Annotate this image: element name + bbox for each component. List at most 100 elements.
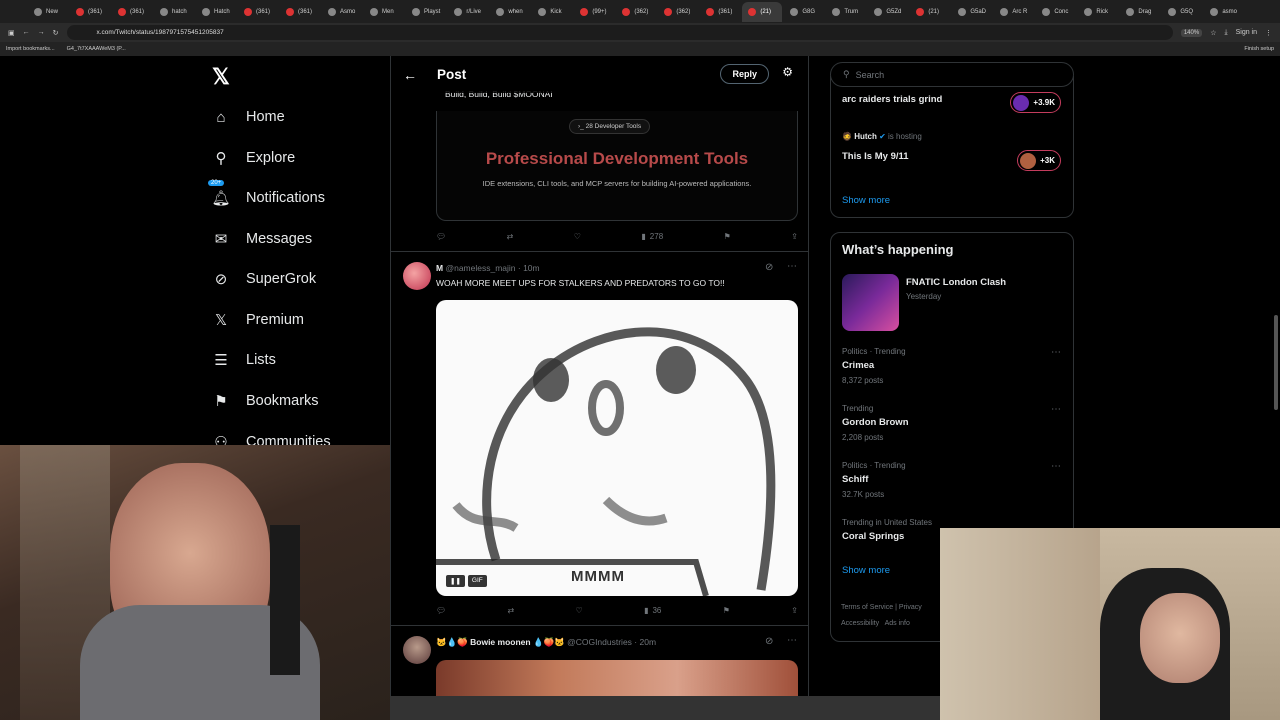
browser-tab[interactable]: (362) xyxy=(658,2,698,22)
nav-notifications[interactable]: 🔔︎ 20+ Notifications xyxy=(208,180,325,207)
trend-name[interactable]: Gordon Brown xyxy=(842,417,909,428)
bookmark-icon[interactable]: ⚑ xyxy=(723,606,730,615)
nav-supergrok[interactable]: ⊘ SuperGrok xyxy=(212,270,316,288)
browser-tab[interactable]: r/Live xyxy=(448,2,488,22)
browser-tab[interactable]: G5Zd xyxy=(868,2,908,22)
back-arrow-icon[interactable]: ← xyxy=(403,67,417,83)
browser-tab[interactable]: G5Q xyxy=(1162,2,1202,22)
event-image[interactable] xyxy=(842,274,899,331)
menu-icon[interactable]: ⋮ xyxy=(1265,29,1272,37)
download-icon[interactable]: ⤓ xyxy=(1224,29,1227,37)
browser-tab[interactable]: (361) xyxy=(70,2,110,22)
nav-premium[interactable]: 𝕏 Premium xyxy=(212,311,304,329)
browser-tab[interactable]: Men xyxy=(364,2,404,22)
footer-link[interactable]: Accessibility xyxy=(841,620,879,627)
trend-name[interactable]: Coral Springs xyxy=(842,531,904,542)
avatar[interactable] xyxy=(403,262,431,290)
share-icon[interactable]: ⇪ xyxy=(791,232,798,241)
browser-tab-strip: New (361) (361) hatch Hatch (361) (361) Asmo Men… xyxy=(0,0,1280,23)
bookmark-icon[interactable]: ⚑ xyxy=(724,232,731,241)
tweet-author[interactable]: 🐱💧🍑 Bowie moonen 💧🍑🐱 @COGIndustries · 20… xyxy=(436,637,656,648)
tweet-author[interactable]: M @nameless_majin · 10m xyxy=(436,263,540,273)
browser-tab[interactable]: (361) xyxy=(280,2,320,22)
live-badge[interactable]: +3.9K xyxy=(1010,92,1061,113)
browser-tab[interactable]: Trum xyxy=(826,2,866,22)
more-icon[interactable]: ⋯ xyxy=(1051,404,1061,415)
browser-tab[interactable]: when xyxy=(490,2,530,22)
reply-icon[interactable]: 💬︎ xyxy=(436,232,446,241)
grok-icon[interactable]: ⊘ xyxy=(765,636,773,647)
show-more-link[interactable]: Show more xyxy=(842,195,890,206)
link-card[interactable]: ›_ 28 Developer Tools Professional Devel… xyxy=(436,111,798,221)
sign-in-button[interactable]: Sign in xyxy=(1236,29,1257,36)
address-bar[interactable]: x.com/Twitch/status/1987971575451205837 xyxy=(66,25,1173,40)
reply-icon[interactable]: 💬︎ xyxy=(436,606,446,615)
browser-tab[interactable]: Playst xyxy=(406,2,446,22)
browser-tab[interactable]: (21) xyxy=(910,2,950,22)
event-title[interactable]: FNATIC London Clash xyxy=(906,277,1006,288)
browser-tab[interactable]: (362) xyxy=(616,2,656,22)
live-avatar xyxy=(1013,94,1030,111)
browser-tab[interactable]: (99+) xyxy=(574,2,614,22)
scrollbar[interactable] xyxy=(1274,315,1278,410)
browser-tab[interactable]: Asmo xyxy=(322,2,362,22)
nav-lists[interactable]: ☰ Lists xyxy=(212,351,276,369)
trend-name[interactable]: Crimea xyxy=(842,360,874,371)
more-icon[interactable]: ⋯ xyxy=(787,635,797,646)
footer-link[interactable]: Ads info xyxy=(885,620,910,627)
finish-setup-button[interactable]: Finish setup xyxy=(1244,46,1274,52)
browser-tab[interactable]: G5aD xyxy=(952,2,992,22)
zoom-indicator[interactable]: 140% xyxy=(1180,28,1203,37)
share-icon[interactable]: ⇪ xyxy=(791,606,798,615)
browser-tab[interactable]: (361) xyxy=(700,2,740,22)
retweet-icon[interactable]: ⇄ xyxy=(508,606,515,615)
browser-tab[interactable]: hatch xyxy=(154,2,194,22)
more-icon[interactable]: ⋯ xyxy=(1051,347,1061,358)
browser-tab[interactable]: asmo xyxy=(1204,2,1244,22)
retweet-icon[interactable]: ⇄ xyxy=(507,232,514,241)
browser-tab[interactable]: G8G xyxy=(784,2,824,22)
live-title[interactable]: arc raiders trials grind xyxy=(842,94,942,105)
live-badge[interactable]: +3K xyxy=(1017,150,1061,171)
sidebar-toggle-icon[interactable]: ▣ xyxy=(8,29,15,37)
tweet-media[interactable] xyxy=(436,660,798,700)
trend-name[interactable]: Schiff xyxy=(842,474,868,485)
star-icon[interactable]: ☆ xyxy=(1210,29,1216,37)
browser-tab[interactable]: Arc R xyxy=(994,2,1034,22)
reply-button[interactable]: Reply xyxy=(720,64,769,84)
browser-tab[interactable]: New xyxy=(28,2,68,22)
browser-tab[interactable]: Hatch xyxy=(196,2,236,22)
nav-home[interactable]: ⌂ Home xyxy=(212,108,284,126)
grok-icon[interactable]: ⊘ xyxy=(765,262,773,273)
forward-icon[interactable]: → xyxy=(38,29,45,36)
views-count[interactable]: ▮ 278 xyxy=(641,232,663,241)
more-icon[interactable]: ⋯ xyxy=(787,261,797,272)
footer-link[interactable]: Privacy xyxy=(899,604,922,611)
avatar[interactable] xyxy=(403,636,431,664)
browser-tab[interactable]: (21) xyxy=(742,1,783,22)
gif-media[interactable]: MMMM ❚❚ GIF xyxy=(436,300,798,596)
settings-sliders-icon[interactable]: ⚙ xyxy=(782,65,793,79)
pause-icon[interactable]: ❚❚ xyxy=(446,575,465,587)
nav-messages[interactable]: ✉ Messages xyxy=(212,230,312,248)
browser-tab[interactable]: Conc xyxy=(1036,2,1076,22)
browser-tab[interactable]: (361) xyxy=(238,2,278,22)
back-icon[interactable]: ← xyxy=(23,29,30,36)
like-icon[interactable]: ♡ xyxy=(574,232,581,241)
browser-tab[interactable]: Rick xyxy=(1078,2,1118,22)
more-icon[interactable]: ⋯ xyxy=(1051,461,1061,472)
live-title[interactable]: This Is My 9/11 xyxy=(842,151,909,162)
nav-explore[interactable]: ⚲ Explore xyxy=(212,149,296,167)
browser-tab[interactable]: Kick xyxy=(532,2,572,22)
x-logo-icon[interactable]: 𝕏 xyxy=(212,64,230,90)
footer-link[interactable]: Terms of Service xyxy=(841,604,893,611)
browser-tab[interactable]: (361) xyxy=(112,2,152,22)
show-more-link[interactable]: Show more xyxy=(842,565,890,576)
bookmark-item[interactable]: G4_7t7XAAAWeM3 (P... xyxy=(67,46,126,52)
browser-tab[interactable]: Drag xyxy=(1120,2,1160,22)
reload-icon[interactable]: ↻ xyxy=(53,29,59,37)
nav-bookmarks[interactable]: ⚑ Bookmarks xyxy=(212,392,318,410)
bookmark-import[interactable]: Import bookmarks... xyxy=(6,46,55,52)
views-count[interactable]: ▮ 36 xyxy=(644,606,661,615)
like-icon[interactable]: ♡ xyxy=(576,606,583,615)
